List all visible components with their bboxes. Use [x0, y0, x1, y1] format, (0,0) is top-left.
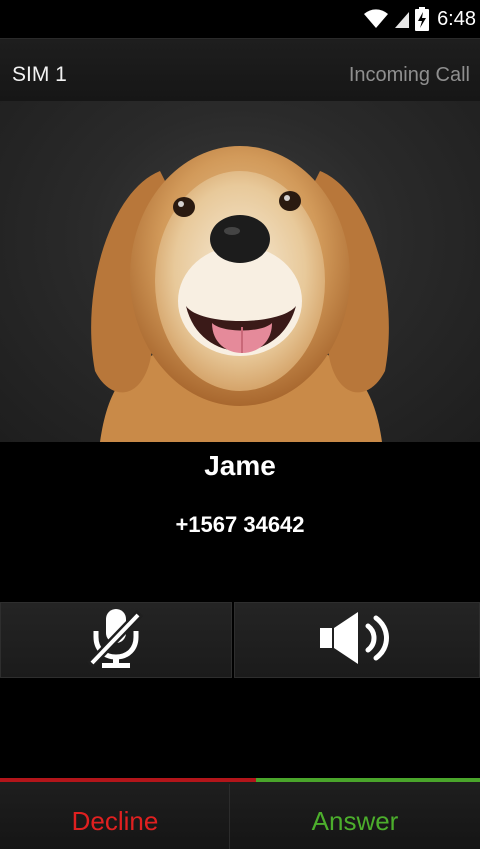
- status-icons: 6:48: [363, 0, 480, 38]
- status-bar: 6:48: [0, 0, 480, 38]
- mute-button[interactable]: [0, 602, 232, 678]
- answer-button[interactable]: Answer: [230, 778, 480, 849]
- wifi-icon: [363, 8, 389, 30]
- caller-number: +1567 34642: [175, 512, 305, 537]
- mute-microphone-icon: [84, 607, 148, 674]
- call-actions-bar: Decline Answer: [0, 778, 480, 849]
- battery-charging-icon: [415, 7, 430, 31]
- sim-label: SIM 1: [12, 63, 67, 86]
- call-header: SIM 1 Incoming Call: [0, 38, 480, 102]
- speaker-button[interactable]: [234, 602, 480, 678]
- caller-name: Jame: [204, 450, 276, 481]
- contact-photo: [0, 101, 480, 442]
- signal-icon: [393, 8, 411, 30]
- clock: 6:48: [437, 7, 476, 30]
- dog-photo-icon: [91, 146, 389, 442]
- call-state-label: Incoming Call: [348, 64, 470, 86]
- decline-button[interactable]: Decline: [0, 778, 230, 849]
- speaker-icon: [316, 608, 398, 673]
